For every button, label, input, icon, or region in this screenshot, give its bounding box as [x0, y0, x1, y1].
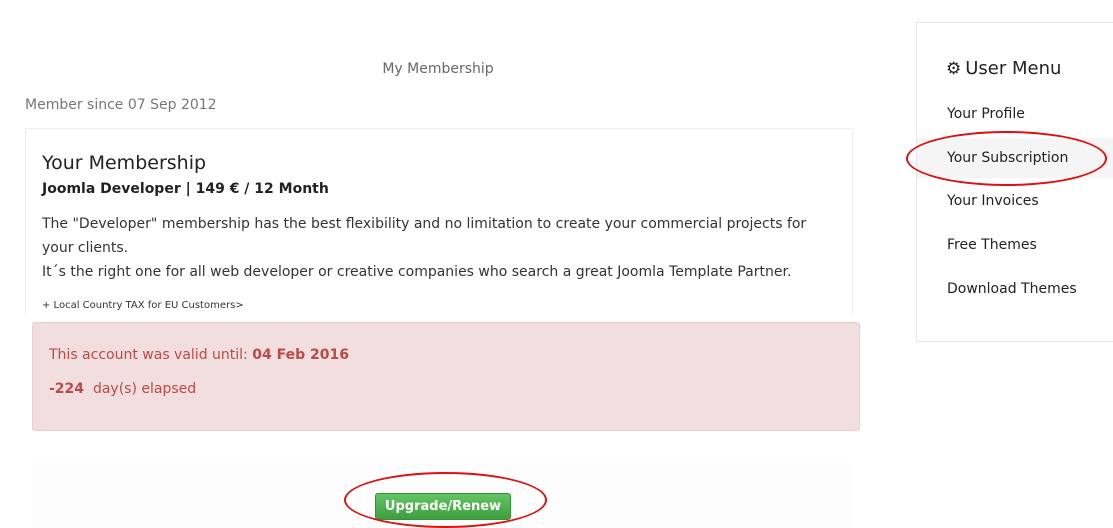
menu-item-your-invoices[interactable]: Your Invoices: [917, 181, 1113, 221]
elapsed-label: day(s) elapsed: [92, 381, 197, 397]
gear-icon: ⚙: [946, 59, 962, 79]
membership-description-line-1: The "Developer" membership has the best …: [42, 216, 807, 256]
valid-until-date: 04 Feb 2016: [252, 347, 349, 363]
menu-item-free-themes[interactable]: Free Themes: [917, 225, 1113, 265]
menu-item-your-subscription[interactable]: Your Subscription: [917, 138, 1113, 178]
elapsed-line: -224 day(s) elapsed: [49, 381, 196, 397]
page-title: My Membership: [382, 61, 494, 77]
membership-plan: Joomla Developer | 149 € / 12 Month: [42, 181, 329, 197]
menu-item-your-profile[interactable]: Your Profile: [917, 94, 1113, 134]
tax-note: + Local Country TAX for EU Customers>: [42, 300, 244, 311]
page: My Membership Member since 07 Sep 2012 Y…: [0, 0, 1113, 528]
user-menu-title: ⚙ User Menu: [946, 58, 1061, 79]
upgrade-renew-button[interactable]: Upgrade/Renew: [375, 493, 511, 520]
valid-until-line: This account was valid until: 04 Feb 201…: [49, 347, 349, 363]
membership-title: Your Membership: [42, 152, 207, 174]
valid-until-label: This account was valid until:: [49, 347, 248, 363]
expiry-alert: This account was valid until: 04 Feb 201…: [32, 322, 860, 431]
user-menu-title-text: User Menu: [965, 58, 1062, 79]
membership-card: Your Membership Joomla Developer | 149 €…: [25, 128, 853, 315]
user-menu: ⚙ User Menu Your Profile Your Subscriptio…: [916, 22, 1113, 342]
elapsed-days: -224: [49, 381, 85, 397]
membership-description: The "Developer" membership has the best …: [42, 212, 832, 284]
membership-description-line-2: It´s the right one for all web developer…: [42, 264, 792, 280]
member-since-text: Member since 07 Sep 2012: [25, 97, 217, 113]
menu-item-download-themes[interactable]: Download Themes: [917, 269, 1113, 309]
